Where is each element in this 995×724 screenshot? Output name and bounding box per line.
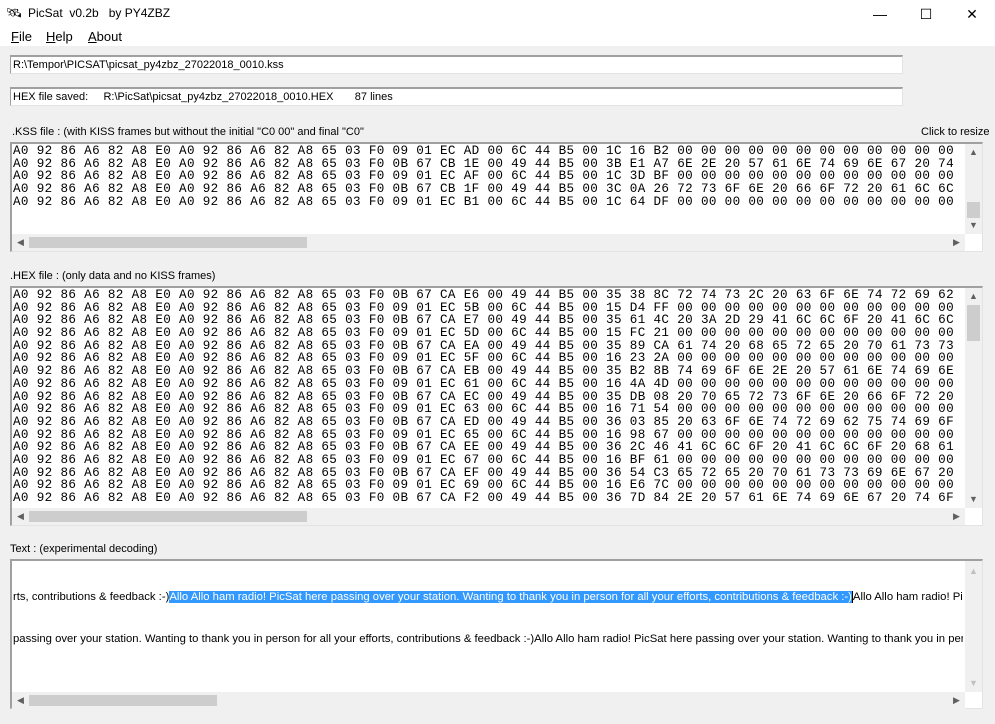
text-line-2: passing over your station. Wanting to th… [13, 633, 963, 645]
decoded-text: rts, contributions & feedback :-)Allo Al… [13, 562, 963, 674]
window-title: PicSat v0.2b by PY4ZBZ [28, 6, 171, 20]
title-bar: 🛰 PicSat v0.2b by PY4ZBZ — ☐ ✕ [0, 0, 995, 28]
menu-help[interactable]: Help [46, 29, 73, 44]
hex-row: A0 92 86 A6 82 A8 E0 A0 92 86 A6 82 A8 6… [13, 288, 954, 302]
decoded-text-box[interactable]: rts, contributions & feedback :-)Allo Al… [10, 559, 983, 709]
kss-rows: A0 92 86 A6 82 A8 E0 A0 92 86 A6 82 A8 6… [13, 145, 963, 208]
scroll-down-icon[interactable]: ▼ [965, 491, 982, 508]
kss-horizontal-scrollbar[interactable]: ◀ ▶ [12, 234, 965, 251]
satellite-app-icon: 🛰 [6, 5, 23, 20]
hex-horizontal-scrollbar[interactable]: ◀ ▶ [12, 508, 965, 525]
hex-row: A0 92 86 A6 82 A8 E0 A0 92 86 A6 82 A8 6… [13, 376, 954, 391]
scroll-left-icon[interactable]: ◀ [12, 234, 29, 251]
hex-row: A0 92 86 A6 82 A8 E0 A0 92 86 A6 82 A8 6… [13, 452, 954, 467]
hex-status-field[interactable]: HEX file saved: R:\PicSat\picsat_py4zbz_… [10, 87, 903, 106]
kss-row: A0 92 86 A6 82 A8 E0 A0 92 86 A6 82 A8 6… [13, 144, 954, 158]
click-to-resize-label[interactable]: Click to resize [921, 126, 989, 138]
hex-textbox[interactable]: A0 92 86 A6 82 A8 E0 A0 92 86 A6 82 A8 6… [10, 286, 983, 526]
maximize-button[interactable]: ☐ [903, 0, 949, 28]
hex-label: .HEX file : (only data and no KISS frame… [10, 270, 216, 282]
minimize-button[interactable]: — [857, 0, 903, 28]
hex-row: A0 92 86 A6 82 A8 E0 A0 92 86 A6 82 A8 6… [13, 364, 954, 379]
scroll-right-icon[interactable]: ▶ [948, 234, 965, 251]
hex-row: A0 92 86 A6 82 A8 E0 A0 92 86 A6 82 A8 6… [13, 414, 954, 429]
scroll-down-icon[interactable]: ▼ [965, 217, 982, 234]
text-vertical-scrollbar[interactable]: ▲ ▼ [965, 561, 982, 692]
text-hscroll-thumb[interactable] [29, 695, 217, 706]
menu-bar: File Help About [0, 28, 995, 46]
text-after-selection: Allo Allo ham radio! PicSat here pa [851, 591, 963, 603]
selected-text: Allo Allo ham radio! PicSat here passing… [169, 591, 852, 603]
scroll-left-icon[interactable]: ◀ [12, 508, 29, 525]
menu-file[interactable]: File [11, 29, 32, 44]
scroll-right-icon[interactable]: ▶ [948, 508, 965, 525]
hex-rows: A0 92 86 A6 82 A8 E0 A0 92 86 A6 82 A8 6… [13, 289, 963, 505]
kss-row: A0 92 86 A6 82 A8 E0 A0 92 86 A6 82 A8 6… [13, 194, 954, 209]
hex-row: A0 92 86 A6 82 A8 E0 A0 92 86 A6 82 A8 6… [13, 491, 954, 505]
scroll-up-icon[interactable]: ▲ [965, 144, 982, 161]
scroll-down-icon[interactable]: ▼ [965, 675, 982, 692]
text-horizontal-scrollbar[interactable]: ◀ ▶ [12, 692, 965, 709]
kss-path-field[interactable]: R:\Tempor\PICSAT\picsat_py4zbz_27022018_… [10, 55, 903, 74]
scroll-right-icon[interactable]: ▶ [948, 692, 965, 709]
hex-vscroll-thumb[interactable] [967, 305, 980, 341]
hex-hscroll-thumb[interactable] [29, 511, 307, 522]
hex-row: A0 92 86 A6 82 A8 E0 A0 92 86 A6 82 A8 6… [13, 326, 954, 341]
decoded-text-viewport: rts, contributions & feedback :-)Allo Al… [12, 561, 963, 692]
text-before-selection: rts, contributions & feedback :-) [13, 591, 170, 603]
hex-vertical-scrollbar[interactable]: ▲ ▼ [965, 288, 982, 508]
kss-textbox[interactable]: A0 92 86 A6 82 A8 E0 A0 92 86 A6 82 A8 6… [10, 142, 983, 252]
scroll-left-icon[interactable]: ◀ [12, 692, 29, 709]
kss-label: .KSS file : (with KISS frames but withou… [12, 126, 364, 138]
close-button[interactable]: ✕ [949, 0, 995, 28]
text-label: Text : (experimental decoding) [10, 543, 158, 555]
menu-about[interactable]: About [88, 29, 122, 44]
scroll-up-icon[interactable]: ▲ [965, 288, 982, 305]
kss-hscroll-thumb[interactable] [29, 237, 307, 248]
scroll-up-icon[interactable]: ▲ [965, 563, 982, 580]
hex-row: A0 92 86 A6 82 A8 E0 A0 92 86 A6 82 A8 6… [13, 402, 954, 417]
text-line-1: rts, contributions & feedback :-)Allo Al… [13, 590, 963, 604]
kss-row: A0 92 86 A6 82 A8 E0 A0 92 86 A6 82 A8 6… [13, 182, 954, 197]
kss-vertical-scrollbar[interactable]: ▲ ▼ [965, 144, 982, 234]
kss-vscroll-thumb[interactable] [967, 202, 980, 218]
